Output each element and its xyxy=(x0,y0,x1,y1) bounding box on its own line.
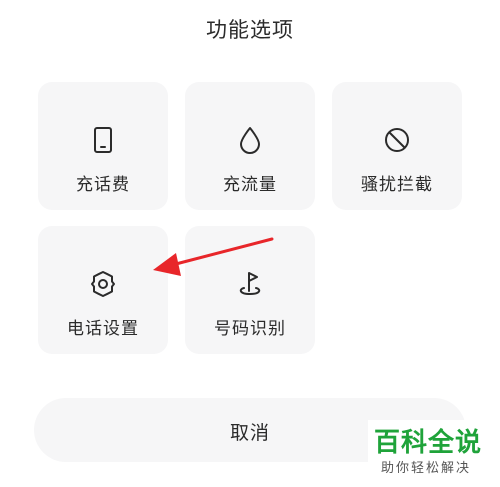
spam-block-button[interactable]: 骚扰拦截 xyxy=(332,82,462,210)
call-settings-label: 电话设置 xyxy=(67,319,139,339)
recharge-data-button[interactable]: 充流量 xyxy=(185,82,315,210)
recharge-data-label: 充流量 xyxy=(223,175,277,195)
function-options-sheet: 功能选项 充话费 充流量 骚扰拦截 电话设置 号码识别 取消 xyxy=(0,0,500,487)
recharge-credit-label: 充话费 xyxy=(76,175,130,195)
call-settings-button[interactable]: 电话设置 xyxy=(38,226,168,354)
number-identify-label: 号码识别 xyxy=(214,319,286,339)
water-drop-icon xyxy=(240,127,260,154)
watermark-subtitle: 助你轻松解决 xyxy=(381,461,472,476)
recharge-credit-button[interactable]: 充话费 xyxy=(38,82,168,210)
number-identify-button[interactable]: 号码识别 xyxy=(185,226,315,354)
spam-block-label: 骚扰拦截 xyxy=(361,175,433,195)
watermark-title: 百科全说 xyxy=(374,428,483,458)
sheet-title: 功能选项 xyxy=(206,18,294,42)
phone-device-icon xyxy=(94,127,112,153)
block-icon xyxy=(385,128,409,152)
flag-pin-icon xyxy=(239,272,261,296)
gear-icon xyxy=(91,271,115,297)
watermark-logo: 百科全说 助你轻松解决 xyxy=(368,420,496,482)
